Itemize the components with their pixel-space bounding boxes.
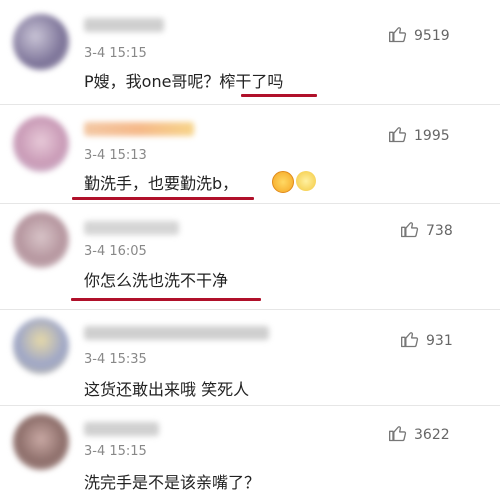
avatar[interactable] bbox=[13, 14, 69, 70]
like-count: 738 bbox=[426, 223, 453, 239]
thumbs-up-icon bbox=[388, 423, 408, 447]
comment-time: 3-4 15:13 bbox=[84, 148, 147, 163]
like-button[interactable]: 931 bbox=[400, 329, 453, 353]
like-button[interactable]: 1995 bbox=[388, 124, 450, 148]
comment-item: 3-4 15:13 勤洗手，也要勤洗b， 1995 bbox=[0, 105, 500, 202]
like-count: 1995 bbox=[414, 128, 450, 144]
username[interactable] bbox=[84, 422, 159, 436]
avatar[interactable] bbox=[13, 116, 69, 172]
username[interactable] bbox=[84, 326, 269, 340]
thumbs-up-icon bbox=[388, 124, 408, 148]
like-button[interactable]: 3622 bbox=[388, 423, 450, 447]
thumbs-up-icon bbox=[400, 329, 420, 353]
comment-item: 3-4 15:15 洗完手是不是该亲嘴了？ 3622 bbox=[0, 406, 500, 499]
like-count: 3622 bbox=[414, 427, 450, 443]
avatar[interactable] bbox=[13, 414, 69, 470]
avatar[interactable] bbox=[13, 318, 69, 374]
comment-time: 3-4 15:15 bbox=[84, 46, 147, 61]
comment-time: 3-4 16:05 bbox=[84, 244, 147, 259]
like-count: 9519 bbox=[414, 28, 450, 44]
red-underline bbox=[72, 197, 254, 200]
username[interactable] bbox=[84, 18, 164, 32]
comment-text: 勤洗手，也要勤洗b， bbox=[84, 174, 239, 193]
like-button[interactable]: 9519 bbox=[388, 24, 450, 48]
like-count: 931 bbox=[426, 333, 453, 349]
avatar[interactable] bbox=[13, 212, 69, 268]
username[interactable] bbox=[84, 221, 179, 235]
comment-item: 3-4 15:15 P嫂，我one哥呢？榨干了吗 9519 bbox=[0, 0, 500, 101]
grimace-emoji bbox=[272, 171, 294, 193]
comment-text: P嫂，我one哥呢？榨干了吗 bbox=[84, 72, 284, 91]
comment-item: 3-4 16:05 你怎么洗也洗不干净 738 bbox=[0, 204, 500, 308]
like-button[interactable]: 738 bbox=[400, 219, 453, 243]
thumbs-up-icon bbox=[400, 219, 420, 243]
comment-time: 3-4 15:15 bbox=[84, 444, 147, 459]
celebration-emoji bbox=[296, 171, 316, 191]
red-underline bbox=[241, 94, 317, 97]
comment-text: 洗完手是不是该亲嘴了？ bbox=[84, 473, 261, 492]
comment-text: 这货还敢出来哦 笑死人 bbox=[84, 380, 250, 399]
comment-time: 3-4 15:35 bbox=[84, 352, 147, 367]
comment-text: 你怎么洗也洗不干净 bbox=[84, 271, 229, 290]
comment-item: 3-4 15:35 这货还敢出来哦 笑死人 931 bbox=[0, 310, 500, 405]
red-underline bbox=[71, 298, 261, 301]
username[interactable] bbox=[84, 122, 194, 136]
thumbs-up-icon bbox=[388, 24, 408, 48]
